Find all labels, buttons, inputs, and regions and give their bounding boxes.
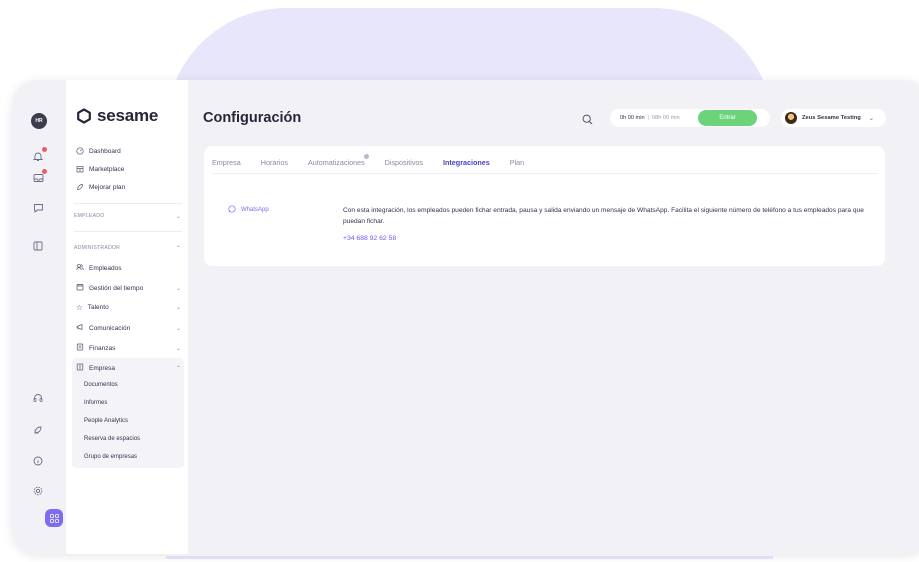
star-icon: ☆ [76,303,83,312]
enter-button[interactable]: Entrar [698,110,757,126]
chevron-up-icon: ⌃ [175,365,181,372]
sidebar-subitem-documentos[interactable]: Documentos [84,382,118,388]
chat-icon[interactable] [28,198,48,218]
user-menu[interactable]: Zeus Sesame Testing ⌄ [781,109,886,127]
gear-icon[interactable] [28,481,48,501]
layout-icon[interactable] [28,236,48,256]
upgrade-icon [76,183,84,191]
sidebar-item-empresa[interactable]: Empresa ⌃ [76,363,181,373]
avatar [785,112,797,124]
chevron-down-icon: ⌄ [175,345,181,352]
section-administrador[interactable]: ADMINISTRADOR ⌃ [74,245,181,252]
tab-dispositivos[interactable]: Dispositivos [385,158,423,174]
sidebar-item-finanzas[interactable]: Finanzas ⌄ [76,343,181,353]
marketplace-icon [76,165,84,173]
company-icon [76,363,84,373]
sidebar-subitem-informes[interactable]: Informes [84,400,107,406]
integration-description: Con esta integración, los empleados pued… [343,207,864,225]
communication-icon [76,323,84,333]
sesame-logo-icon [77,108,91,124]
sidebar-subitem-grupo-empresas[interactable]: Grupo de empresas [84,454,137,460]
bell-icon[interactable] [28,146,48,166]
time-separator: | [647,115,650,121]
integration-whatsapp[interactable]: WhatsApp [228,205,269,215]
section-empleado[interactable]: EMPLEADO ⌄ [74,213,181,220]
sidebar-item-empleados[interactable]: Empleados [76,263,181,273]
tab-horarios[interactable]: Horarios [261,158,288,174]
total-time: 08h 00 min [652,115,680,121]
worked-time: 0h 00 min [620,115,645,121]
tab-plan[interactable]: Plan [510,158,524,174]
sidebar-item-comunicacion[interactable]: Comunicación ⌄ [76,323,181,333]
sidebar-item-marketplace[interactable]: Marketplace [76,165,124,173]
empresa-submenu [72,358,184,468]
time-icon [76,283,84,293]
chevron-down-icon: ⌄ [175,285,181,292]
page-title: Configuración [203,110,302,126]
info-icon[interactable] [28,451,48,471]
icon-rail: HR [12,80,64,554]
dashboard-icon [76,147,84,155]
inbox-icon[interactable] [28,168,48,188]
sidebar: sesame Dashboard Marketplace Mejorar pla… [66,80,188,554]
sidebar-item-mejorar-plan[interactable]: Mejorar plan [76,183,125,191]
notification-badge [363,154,369,159]
tab-bar: Empresa Horarios Automatizaciones Dispos… [212,154,544,174]
divider [74,231,182,232]
sidebar-item-gestion-tiempo[interactable]: Gestión del tiempo ⌄ [76,283,181,293]
headset-icon[interactable] [28,388,48,408]
chevron-up-icon: ⌃ [175,246,181,252]
sidebar-subitem-people-analytics[interactable]: People Analytics [84,418,128,424]
sidebar-item-dashboard[interactable]: Dashboard [76,147,121,155]
tab-empresa[interactable]: Empresa [212,158,241,174]
app-window: HR sesame Dashboard Marketplace Mejorar … [12,80,919,554]
whatsapp-icon [228,205,236,215]
chevron-down-icon: ⌄ [175,325,181,332]
chevron-down-icon: ⌄ [868,115,874,122]
logo[interactable]: sesame [76,106,158,126]
divider [74,203,182,204]
search-icon[interactable] [582,112,593,130]
chevron-down-icon: ⌄ [175,305,181,311]
background-shape-bottom [166,556,773,559]
tab-divider [212,173,878,174]
rocket-icon[interactable] [28,420,48,440]
whatsapp-phone-number[interactable]: +34 688 92 62 58 [343,235,396,242]
apps-icon[interactable] [45,509,63,527]
sidebar-subitem-reserva-espacios[interactable]: Reserva de espacios [84,436,140,442]
finance-icon [76,343,84,353]
avatar[interactable]: HR [31,113,47,129]
user-name: Zeus Sesame Testing [802,115,861,121]
employees-icon [76,263,84,273]
tab-integraciones[interactable]: Integraciones [443,158,490,174]
settings-card: Empresa Horarios Automatizaciones Dispos… [204,146,885,266]
tab-automatizaciones[interactable]: Automatizaciones [308,154,369,174]
sidebar-item-talento[interactable]: ☆ Talento ⌄ [76,303,181,312]
chevron-down-icon: ⌄ [175,214,181,220]
